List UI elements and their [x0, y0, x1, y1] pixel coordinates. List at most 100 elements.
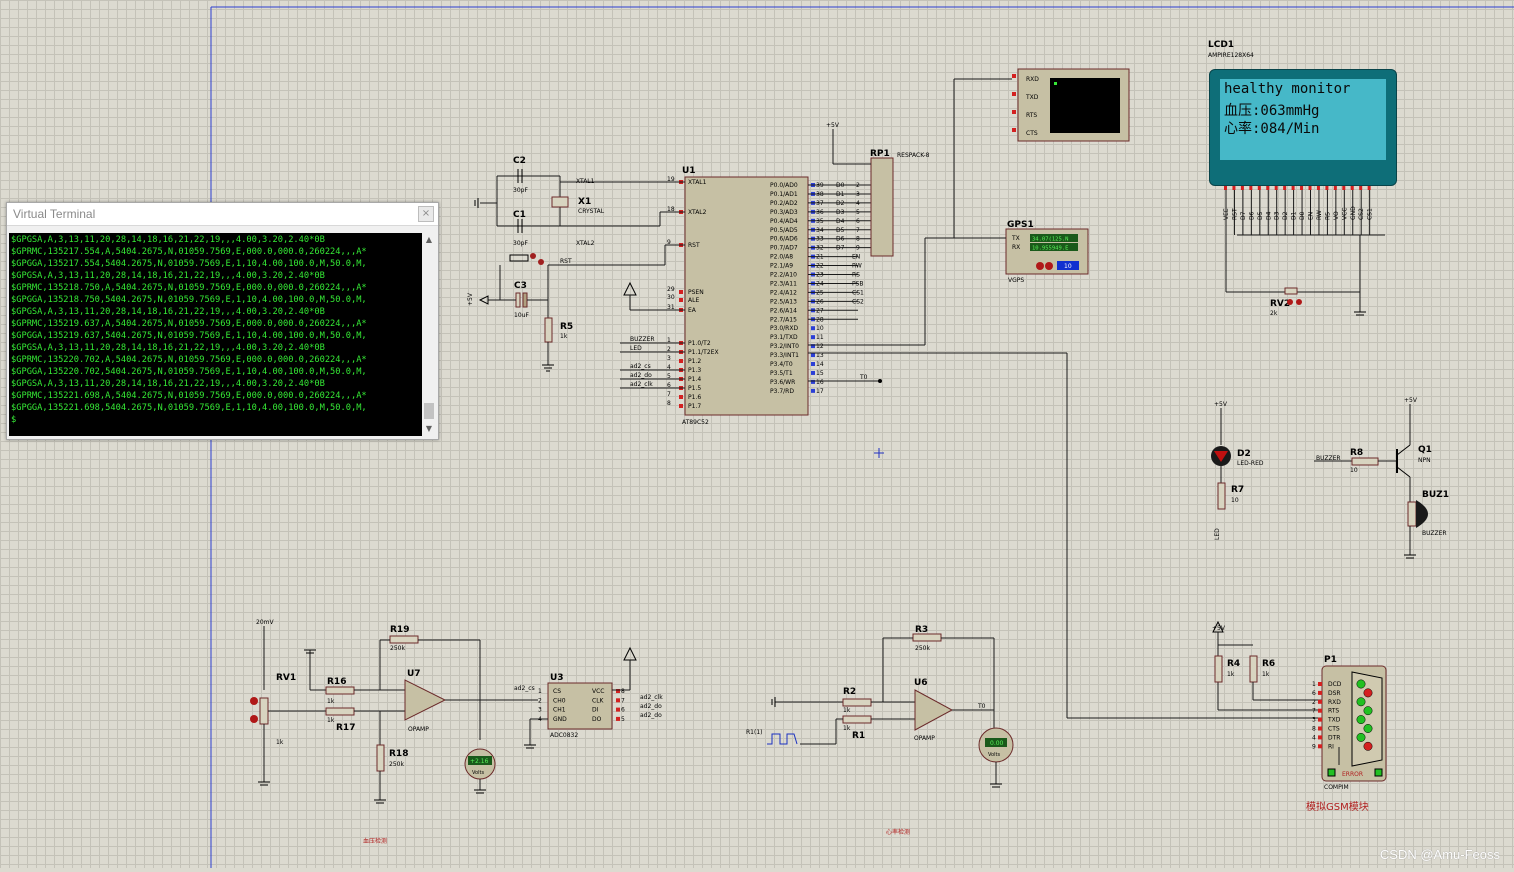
u1-p1-label-4: ad2_clk	[630, 381, 653, 388]
u1-pin-3: PSEN	[688, 289, 704, 296]
led-circuit[interactable]: +5V D2 LED-RED R7 10 LED	[1211, 401, 1264, 540]
u1-rpin-3: P0.3/AD3	[770, 209, 798, 216]
hr-sensor-circuit[interactable]: R2 1k R1 1k R1(1) R3 250k U6 OPAMP T0 0.…	[746, 625, 1014, 836]
svg-text:AT89C52: AT89C52	[682, 419, 709, 426]
lcd-pin-16: CS2	[1358, 208, 1365, 220]
svg-text:R6: R6	[1262, 659, 1275, 669]
lcd-line-3: 心率:084/Min	[1224, 121, 1320, 137]
buzzer-circuit[interactable]: +5V BUZZER R8 10 Q1 NPN BUZ1 BUZZER	[1314, 397, 1449, 559]
u1-pin-0: XTAL1	[688, 179, 707, 186]
lcd-pin-17: CS1	[1367, 208, 1374, 220]
lcd-pin-marker-5	[1266, 186, 1270, 190]
u1-rpin-20: P3.4/T0	[770, 361, 793, 368]
p1-pin-4: TXD	[1327, 717, 1341, 724]
u1-pin-marker-8	[679, 359, 683, 363]
term-pin-marker-1	[1012, 92, 1016, 96]
p1-pinnum-7: 9	[1312, 743, 1316, 750]
adc0832[interactable]: U3 ADC0832 CS1CH02CH13GND4VCC 8CLK 7DI 6DO 5…	[514, 646, 663, 749]
svg-text:D2: D2	[1237, 449, 1251, 459]
lcd-pin-6: D3	[1274, 211, 1281, 220]
u1-pin-marker-13	[679, 404, 683, 408]
origin-marker	[874, 448, 884, 458]
virtual-terminal-device[interactable]: RXD TXD RTS CTS	[1012, 68, 1130, 142]
p1-led-6	[1356, 732, 1366, 742]
bp-sensor-circuit[interactable]: 20mV RV1 1k R16 1k R17 1k R19 250k R18 2…	[250, 619, 538, 845]
u1-rpinnum-21: 15	[816, 370, 824, 377]
lcd-pin-9: D0	[1299, 211, 1306, 220]
u1-pin-marker-3	[679, 290, 683, 294]
u1-mcu[interactable]: U1 AT89C52 XTAL119XTAL218RST9PSEN29ALE30…	[620, 166, 871, 426]
svg-text:血压检测: 血压检测	[363, 837, 387, 845]
scroll-down-icon[interactable]: ▼	[422, 422, 436, 436]
u1-pin-8: P1.2	[688, 358, 701, 365]
u3-net-di: ad2_do	[640, 703, 662, 710]
u1-rpin-13: P2.5/A13	[770, 298, 797, 305]
svg-text:1k: 1k	[843, 725, 851, 732]
svg-text:30pF: 30pF	[513, 187, 528, 194]
lcd-pin-marker-11	[1316, 186, 1320, 190]
p1-pin-3: RTS	[1328, 708, 1339, 715]
svg-text:LED: LED	[1214, 528, 1221, 540]
svg-text:1k: 1k	[843, 707, 851, 714]
u3-lpin-1: CH0	[553, 697, 566, 704]
terminal-screen[interactable]: $GPGSA,A,3,13,11,20,28,14,18,16,21,22,19…	[9, 233, 422, 436]
u3-rnum-0: 8	[621, 688, 625, 695]
p1-pinnum-1: 6	[1312, 690, 1316, 697]
u1-rpin-17: P3.1/TXD	[770, 334, 798, 341]
p1-pinnum-4: 3	[1312, 717, 1316, 724]
svg-text:R4: R4	[1227, 659, 1240, 669]
svg-text:BUZZER: BUZZER	[1422, 530, 1447, 537]
p1-pin-7: RI	[1328, 743, 1334, 750]
u1-rpin-marker-19	[811, 353, 815, 358]
u1-rpinnum-18: 12	[816, 343, 824, 350]
lcd-pin-1: RST	[1231, 208, 1238, 220]
lcd-pin-14: VCC	[1341, 208, 1348, 220]
svg-text:R7: R7	[1231, 485, 1244, 495]
lcd-pin-marker-9	[1300, 186, 1304, 190]
svg-text:X1: X1	[578, 197, 591, 207]
p1-pin-marker-1	[1318, 690, 1322, 695]
u1-rpin-9: P2.1/A9	[770, 263, 793, 270]
virtual-terminal-window[interactable]: Virtual Terminal × $GPGSA,A,3,13,11,20,2…	[6, 202, 439, 440]
lcd-pin-marker-0	[1224, 186, 1227, 190]
lcd-line-1: healthy monitor	[1224, 81, 1351, 97]
u1-pinnum-12: 7	[667, 391, 671, 398]
svg-text:T0: T0	[977, 703, 986, 710]
terminal-scrollbar[interactable]: ▲ ▼	[422, 233, 436, 436]
u1-rpin-16: P3.0/RXD	[770, 325, 798, 332]
lcd-pin-7: D2	[1282, 211, 1289, 220]
p1-pin-marker-2	[1318, 699, 1322, 704]
scroll-up-icon[interactable]: ▲	[422, 233, 436, 247]
lcd-pin-15: GND	[1350, 206, 1357, 220]
terminal-title[interactable]: Virtual Terminal	[7, 203, 438, 226]
u1-rpin-19: P3.3/INT1	[770, 352, 799, 359]
lcd-pin-marker-15	[1350, 186, 1354, 190]
u1-pin-1: XTAL2	[688, 209, 707, 216]
close-icon[interactable]: ×	[418, 206, 434, 222]
svg-text:R1: R1	[852, 731, 865, 741]
lcd-pin-12: RS	[1324, 212, 1331, 220]
svg-text:R1(1): R1(1)	[746, 729, 763, 736]
u1-rpin-4: P0.4/AD4	[770, 218, 798, 225]
p1-pinnum-2: 2	[1312, 699, 1316, 706]
u1-rpin-marker-17	[811, 335, 815, 340]
svg-text:NPN: NPN	[1418, 457, 1431, 464]
svg-text:20mV: 20mV	[256, 619, 274, 626]
lcd-pin-marker-1	[1232, 186, 1236, 190]
watermark: CSDN @Amu-Feoss	[1379, 847, 1500, 862]
svg-text:R16: R16	[327, 677, 346, 687]
u1-pinnum-4: 30	[667, 294, 675, 301]
svg-text:0.00: 0.00	[990, 740, 1004, 747]
p1-led-3	[1363, 706, 1373, 716]
scroll-thumb[interactable]	[424, 403, 434, 419]
u3-rpin-1: CLK	[592, 697, 605, 704]
svg-text:LED-RED: LED-RED	[1237, 460, 1264, 467]
crystal-circuit[interactable]: C2 30pF X1 CRYSTAL XTAL1 XTAL2 C1 30pF	[474, 156, 685, 247]
p1-pin-marker-6	[1318, 735, 1322, 740]
u1-pin-12: P1.6	[688, 394, 701, 401]
term-pin-marker-3	[1012, 128, 1016, 132]
svg-text:C1: C1	[513, 210, 526, 220]
svg-text:XTAL2: XTAL2	[576, 240, 595, 247]
u1-rpin-8: P2.0/A8	[770, 254, 793, 261]
svg-text:P1: P1	[1324, 655, 1337, 665]
